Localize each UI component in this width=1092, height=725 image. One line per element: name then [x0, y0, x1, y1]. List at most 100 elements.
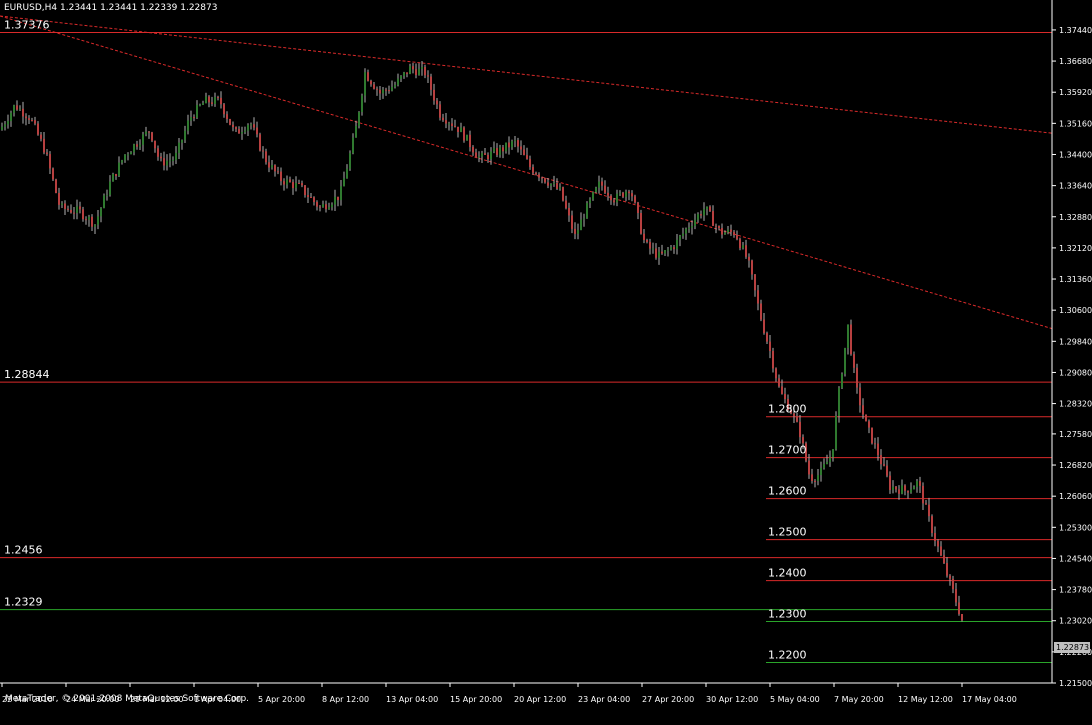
bull-candle [892, 486, 894, 490]
bull-candle [109, 181, 111, 195]
bull-candle [355, 125, 357, 138]
bear-candle [718, 226, 720, 229]
chart-window[interactable]: 1.37440 1.36680 1.35920 1.35160 1.34400 1.336… [0, 0, 1092, 725]
bull-candle [184, 130, 186, 141]
bull-candle [400, 75, 402, 79]
bear-candle [193, 117, 195, 119]
bull-candle [19, 108, 21, 110]
bear-candle [373, 84, 375, 89]
bear-candle [274, 165, 276, 172]
bear-candle [376, 88, 378, 90]
bear-candle [472, 147, 474, 153]
bull-candle [334, 196, 336, 205]
bear-candle [40, 134, 42, 139]
bear-candle [226, 114, 228, 120]
bear-candle [643, 233, 645, 240]
bear-candle [256, 127, 258, 135]
bear-candle [22, 108, 24, 117]
bear-candle [457, 126, 459, 133]
bear-candle [385, 89, 387, 91]
level-label: 1.2400 [768, 567, 807, 580]
bear-candle [556, 182, 558, 189]
bear-candle [220, 97, 222, 105]
time-tick-label: 12 May 12:00 [898, 695, 953, 704]
bull-candle [577, 230, 579, 234]
bull-candle [448, 123, 450, 125]
bear-candle [379, 89, 381, 94]
bull-candle [847, 324, 849, 348]
bull-candle [343, 178, 345, 187]
bear-candle [865, 414, 867, 422]
price-tick-label: 1.23020 [1059, 617, 1092, 626]
bull-candle [913, 486, 915, 490]
bear-candle [46, 152, 48, 155]
bull-candle [559, 187, 561, 189]
bear-candle [568, 207, 570, 216]
bear-candle [262, 150, 264, 152]
bear-candle [436, 100, 438, 105]
bull-candle [340, 186, 342, 201]
bear-candle [292, 182, 294, 189]
bull-candle [817, 475, 819, 482]
bear-candle [883, 464, 885, 466]
bear-candle [754, 274, 756, 291]
bull-candle [322, 204, 324, 208]
bull-candle [145, 131, 147, 135]
bear-candle [808, 460, 810, 475]
bull-candle [703, 209, 705, 216]
bear-candle [781, 386, 783, 394]
bear-candle [496, 148, 498, 155]
bull-candle [118, 162, 120, 176]
bull-candle [589, 199, 591, 204]
time-tick-label: 13 Apr 04:00 [386, 695, 438, 704]
bear-candle [316, 201, 318, 207]
bear-candle [529, 158, 531, 168]
bull-candle [652, 248, 654, 250]
bear-candle [427, 75, 429, 77]
bear-candle [337, 196, 339, 201]
bear-candle [268, 162, 270, 168]
bull-candle [688, 227, 690, 229]
bear-candle [871, 427, 873, 444]
price-chart[interactable]: 1.37440 1.36680 1.35920 1.35160 1.34400 1.336… [0, 0, 1092, 725]
bear-candle [574, 228, 576, 234]
bear-candle [253, 124, 255, 128]
bear-candle [853, 354, 855, 368]
level-label: 1.37376 [4, 19, 50, 32]
bear-candle [265, 151, 267, 163]
price-tick-label: 1.35920 [1059, 88, 1092, 97]
bear-candle [157, 148, 159, 157]
trendline [0, 15, 1053, 134]
bear-candle [544, 178, 546, 183]
bear-candle [766, 333, 768, 342]
bear-candle [37, 123, 39, 135]
bear-candle [904, 485, 906, 491]
bear-candle [715, 225, 717, 227]
bear-candle [160, 156, 162, 159]
bear-candle [637, 202, 639, 214]
bear-candle [370, 80, 372, 85]
time-tick-label: 5 Apr 20:00 [258, 695, 305, 704]
bear-candle [736, 235, 738, 240]
bear-candle [934, 533, 936, 542]
bear-candle [802, 437, 804, 444]
level-label: 1.2456 [4, 544, 43, 557]
bear-candle [277, 171, 279, 173]
level-label: 1.2300 [768, 608, 807, 621]
bear-candle [367, 72, 369, 81]
bear-candle [28, 118, 30, 120]
bull-candle [397, 78, 399, 85]
time-tick-label: 30 Apr 12:00 [706, 695, 758, 704]
bear-candle [886, 465, 888, 476]
bull-candle [592, 192, 594, 200]
bull-candle [190, 117, 192, 121]
bull-candle [103, 195, 105, 209]
bear-candle [451, 123, 453, 127]
bull-candle [205, 96, 207, 104]
bull-candle [331, 204, 333, 208]
bear-candle [763, 319, 765, 334]
price-tick-label: 1.24540 [1059, 554, 1092, 563]
bull-candle [580, 219, 582, 231]
bear-candle [520, 146, 522, 150]
bear-candle [64, 203, 66, 209]
